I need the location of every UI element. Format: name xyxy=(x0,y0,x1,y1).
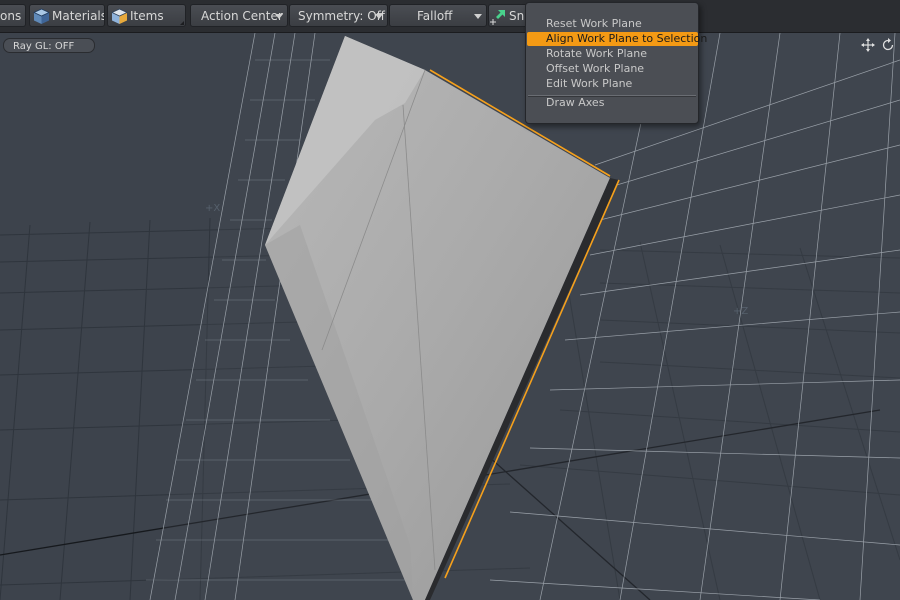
menu-item-offset-work-plane[interactable]: Offset Work Plane xyxy=(527,62,697,76)
items-label: Items xyxy=(130,9,164,23)
menu-item-align-work-plane-to-selection[interactable]: Align Work Plane to Selection xyxy=(527,32,707,46)
menu-item-label: Reset Work Plane xyxy=(546,17,642,30)
menu-item-label: Rotate Work Plane xyxy=(546,47,648,60)
3d-viewport[interactable]: +X +Z xyxy=(0,33,900,600)
snap-icon xyxy=(490,10,505,25)
menu-item-label: Draw Axes xyxy=(546,96,605,109)
menu-item-label: Offset Work Plane xyxy=(546,62,645,75)
work-plane-menu: Reset Work Plane Align Work Plane to Sel… xyxy=(525,2,707,124)
symmetry-label: Symmetry: Off xyxy=(298,9,385,23)
raygl-toggle[interactable]: Ray GL: OFF xyxy=(3,38,95,53)
axis-z-label: +Z xyxy=(733,306,749,317)
axis-x-label: +X xyxy=(205,203,221,214)
raygl-label: Ray GL: OFF xyxy=(13,41,75,52)
toolbar: ons Materials Items Action Center Symmet… xyxy=(0,0,900,33)
menu-item-label: Align Work Plane to Selection xyxy=(546,32,708,45)
action-center-dropdown[interactable]: Action Center xyxy=(190,4,288,27)
menu-item-rotate-work-plane[interactable]: Rotate Work Plane xyxy=(527,47,697,61)
symmetry-dropdown[interactable]: Symmetry: Off xyxy=(289,4,388,27)
action-center-label: Action Center xyxy=(201,9,283,23)
materials-button[interactable]: Materials xyxy=(29,4,105,27)
rotate-view-icon[interactable] xyxy=(881,38,895,52)
menu-item-reset-work-plane[interactable]: Reset Work Plane xyxy=(527,17,697,31)
falloff-dropdown[interactable]: Falloff xyxy=(389,4,487,27)
viewport-canvas[interactable] xyxy=(0,33,900,600)
tab-partial-label: ons xyxy=(0,9,22,23)
tab-partial[interactable]: ons xyxy=(0,4,26,27)
chevron-down-icon xyxy=(375,14,383,19)
menu-item-label: Edit Work Plane xyxy=(546,77,633,90)
materials-cube-icon xyxy=(33,8,50,24)
materials-label: Materials xyxy=(52,9,105,23)
items-button[interactable]: Items xyxy=(107,4,186,27)
menu-item-draw-axes[interactable]: Draw Axes xyxy=(527,96,697,110)
chevron-down-icon xyxy=(474,14,482,19)
move-view-icon[interactable] xyxy=(861,38,875,52)
items-corner-notch xyxy=(180,21,184,25)
menu-item-edit-work-plane[interactable]: Edit Work Plane xyxy=(527,77,697,91)
chevron-down-icon xyxy=(275,14,283,19)
items-cube-icon xyxy=(111,8,128,24)
falloff-label: Falloff xyxy=(417,9,453,23)
